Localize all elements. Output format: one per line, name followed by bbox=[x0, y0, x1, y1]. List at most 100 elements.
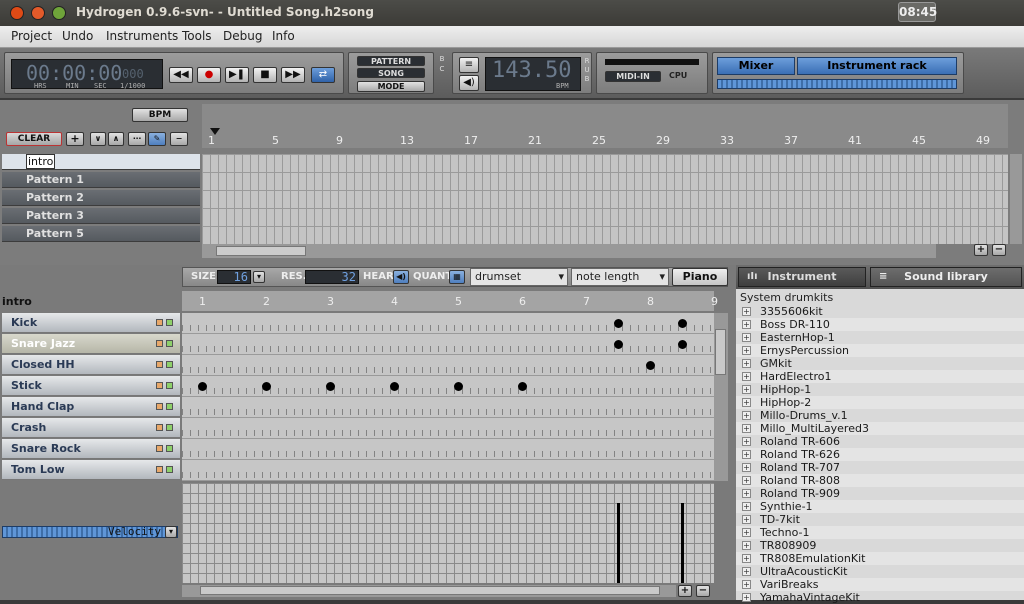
instrument-rack-button[interactable]: Instrument rack bbox=[797, 57, 957, 75]
move-down-button[interactable]: ∨ bbox=[90, 132, 106, 146]
expand-icon[interactable]: + bbox=[742, 346, 751, 355]
pattern-row-1[interactable]: Pattern 1 bbox=[2, 172, 200, 188]
pattern-zoom-out-button[interactable]: − bbox=[696, 585, 710, 597]
note[interactable] bbox=[197, 381, 207, 391]
select-mode-button[interactable]: ⋯ bbox=[128, 132, 146, 146]
song-grid[interactable] bbox=[202, 154, 1008, 244]
instrument-row[interactable]: Snare Rock bbox=[2, 439, 180, 459]
res-value[interactable]: 32 bbox=[305, 270, 359, 284]
note[interactable] bbox=[325, 381, 335, 391]
note[interactable] bbox=[677, 339, 687, 349]
solo-toggle[interactable] bbox=[166, 466, 173, 473]
record-button[interactable]: ● bbox=[197, 67, 221, 83]
mute-toggle[interactable] bbox=[156, 319, 163, 326]
hear-button[interactable]: ◀) bbox=[393, 270, 409, 284]
expand-icon[interactable]: + bbox=[742, 515, 751, 524]
pattern-row-3[interactable]: Pattern 3 bbox=[2, 208, 200, 224]
move-up-button[interactable]: ∧ bbox=[108, 132, 124, 146]
mute-toggle[interactable] bbox=[156, 403, 163, 410]
kit-item[interactable]: + Roland TR-707 bbox=[736, 461, 1024, 474]
note[interactable] bbox=[517, 381, 527, 391]
expand-icon[interactable]: + bbox=[742, 398, 751, 407]
draw-mode-button[interactable]: ✎ bbox=[148, 132, 166, 146]
expand-icon[interactable]: + bbox=[742, 307, 751, 316]
kit-item[interactable]: + EasternHop-1 bbox=[736, 331, 1024, 344]
kit-item[interactable]: + Millo_MultiLayered3 bbox=[736, 422, 1024, 435]
kit-item[interactable]: + Boss DR-110 bbox=[736, 318, 1024, 331]
maximize-window-button[interactable] bbox=[52, 6, 66, 20]
kit-item[interactable]: + HardElectro1 bbox=[736, 370, 1024, 383]
instrument-row[interactable]: Kick bbox=[2, 313, 180, 333]
zoom-out-button[interactable]: − bbox=[992, 244, 1006, 256]
size-value[interactable]: 16 bbox=[217, 270, 251, 284]
expand-icon[interactable]: + bbox=[742, 372, 751, 381]
mute-toggle[interactable] bbox=[156, 340, 163, 347]
velocity-editor[interactable] bbox=[182, 483, 714, 583]
pattern-hscrollbar[interactable] bbox=[182, 585, 676, 597]
expand-icon[interactable]: + bbox=[742, 541, 751, 550]
mute-toggle[interactable] bbox=[156, 382, 163, 389]
pattern-vscroll-thumb[interactable] bbox=[715, 329, 726, 375]
property-dropdown[interactable]: ▾ bbox=[165, 526, 177, 538]
mode-button[interactable]: MODE bbox=[357, 81, 425, 92]
menu-project[interactable]: Project bbox=[11, 29, 52, 43]
kit-item[interactable]: + VariBreaks bbox=[736, 578, 1024, 591]
mute-toggle[interactable] bbox=[156, 361, 163, 368]
drum-note-grid[interactable] bbox=[182, 313, 714, 481]
expand-icon[interactable]: + bbox=[742, 502, 751, 511]
size-dropdown[interactable]: ▾ bbox=[253, 271, 265, 283]
drumkit-select[interactable]: drumset ▾ bbox=[470, 268, 568, 286]
stop-button[interactable]: ■ bbox=[253, 67, 277, 83]
kit-item[interactable]: + TR808EmulationKit bbox=[736, 552, 1024, 565]
tree-root[interactable]: System drumkits bbox=[736, 291, 1024, 304]
pattern-row-2[interactable]: Pattern 2 bbox=[2, 190, 200, 206]
song-hscrollbar[interactable] bbox=[202, 244, 936, 258]
kit-item[interactable]: + Roland TR-626 bbox=[736, 448, 1024, 461]
pattern-vscrollbar[interactable] bbox=[714, 313, 728, 481]
piano-button[interactable]: Piano bbox=[672, 268, 728, 286]
expand-icon[interactable]: + bbox=[742, 411, 751, 420]
expand-icon[interactable]: + bbox=[742, 476, 751, 485]
instrument-row[interactable]: Closed HH bbox=[2, 355, 180, 375]
mute-toggle[interactable] bbox=[156, 466, 163, 473]
menu-tools[interactable]: Tools bbox=[182, 29, 212, 43]
expand-icon[interactable]: + bbox=[742, 320, 751, 329]
solo-toggle[interactable] bbox=[166, 403, 173, 410]
menu-undo[interactable]: Undo bbox=[62, 29, 93, 43]
rewind-button[interactable]: ◀◀ bbox=[169, 67, 193, 83]
kit-item[interactable]: + Roland TR-909 bbox=[736, 487, 1024, 500]
expand-icon[interactable]: + bbox=[742, 463, 751, 472]
note[interactable] bbox=[613, 318, 623, 328]
note[interactable] bbox=[677, 318, 687, 328]
kit-item[interactable]: + Roland TR-606 bbox=[736, 435, 1024, 448]
add-pattern-button[interactable]: + bbox=[66, 132, 84, 146]
expand-icon[interactable]: + bbox=[742, 359, 751, 368]
song-hscroll-thumb[interactable] bbox=[216, 246, 306, 256]
expand-icon[interactable]: + bbox=[742, 424, 751, 433]
song-ruler[interactable]: 1 5 9 13 17 21 25 29 33 37 41 45 49 bbox=[202, 104, 1008, 148]
clear-button[interactable]: CLEAR bbox=[6, 132, 62, 146]
solo-toggle[interactable] bbox=[166, 424, 173, 431]
minimize-window-button[interactable] bbox=[31, 6, 45, 20]
instrument-row[interactable]: Tom Low bbox=[2, 460, 180, 480]
mixer-button[interactable]: Mixer bbox=[717, 57, 795, 75]
solo-toggle[interactable] bbox=[166, 319, 173, 326]
mute-toggle[interactable] bbox=[156, 424, 163, 431]
loop-button[interactable]: ⇄ bbox=[311, 67, 335, 83]
pattern-hscroll-thumb[interactable] bbox=[200, 586, 660, 595]
song-vscrollbar[interactable] bbox=[1010, 154, 1022, 244]
expand-icon[interactable]: + bbox=[742, 554, 751, 563]
kit-item[interactable]: + Techno-1 bbox=[736, 526, 1024, 539]
delete-pattern-button[interactable]: − bbox=[170, 132, 188, 146]
solo-toggle[interactable] bbox=[166, 361, 173, 368]
expand-icon[interactable]: + bbox=[742, 450, 751, 459]
kit-item[interactable]: + Synthie-1 bbox=[736, 500, 1024, 513]
pattern-mode-button[interactable]: PATTERN bbox=[357, 56, 425, 66]
expand-icon[interactable]: + bbox=[742, 489, 751, 498]
kit-item[interactable]: + ErnysPercussion bbox=[736, 344, 1024, 357]
expand-icon[interactable]: + bbox=[742, 437, 751, 446]
expand-icon[interactable]: + bbox=[742, 567, 751, 576]
velocity-bar[interactable] bbox=[616, 503, 620, 583]
note-length-select[interactable]: note length ▾ bbox=[571, 268, 669, 286]
instrument-row[interactable]: Stick bbox=[2, 376, 180, 396]
